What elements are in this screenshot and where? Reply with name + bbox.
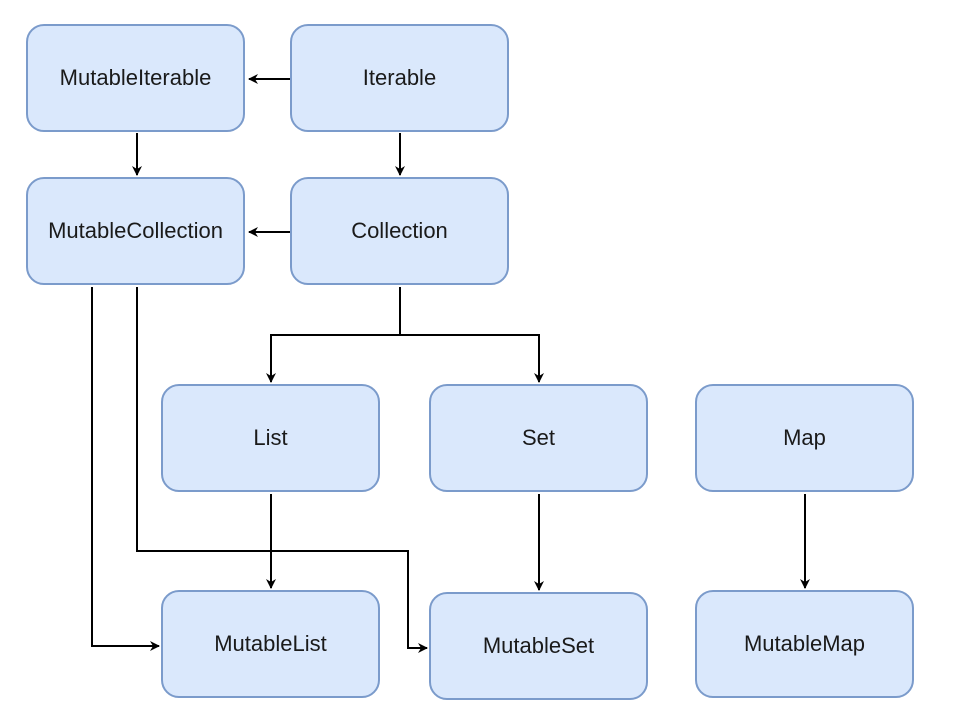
edge-collection-to-list xyxy=(266,287,401,383)
node-label: MutableIterable xyxy=(59,65,212,90)
node-label: MutableList xyxy=(214,631,327,656)
edge-collection-to-set xyxy=(400,334,544,383)
node-label: Set xyxy=(521,425,556,450)
node-list[interactable]: List xyxy=(161,384,380,492)
node-collection[interactable]: Collection xyxy=(290,177,509,285)
node-iterable[interactable]: Iterable xyxy=(290,24,509,132)
node-mutable-list[interactable]: MutableList xyxy=(161,590,380,698)
node-label: MutableMap xyxy=(743,631,866,656)
node-label: Iterable xyxy=(362,65,437,90)
node-mutable-map[interactable]: MutableMap xyxy=(695,590,914,698)
node-mutable-iterable[interactable]: MutableIterable xyxy=(26,24,245,132)
node-set[interactable]: Set xyxy=(429,384,648,492)
edge-mutablecollection-to-mutablelist xyxy=(91,287,160,651)
node-label: MutableSet xyxy=(482,633,595,658)
node-label: List xyxy=(253,425,288,450)
node-label: Map xyxy=(783,425,826,450)
node-map[interactable]: Map xyxy=(695,384,914,492)
node-label: Collection xyxy=(351,218,448,243)
node-label: MutableCollection xyxy=(48,218,223,243)
node-mutable-set[interactable]: MutableSet xyxy=(429,592,648,700)
node-mutable-collection[interactable]: MutableCollection xyxy=(26,177,245,285)
